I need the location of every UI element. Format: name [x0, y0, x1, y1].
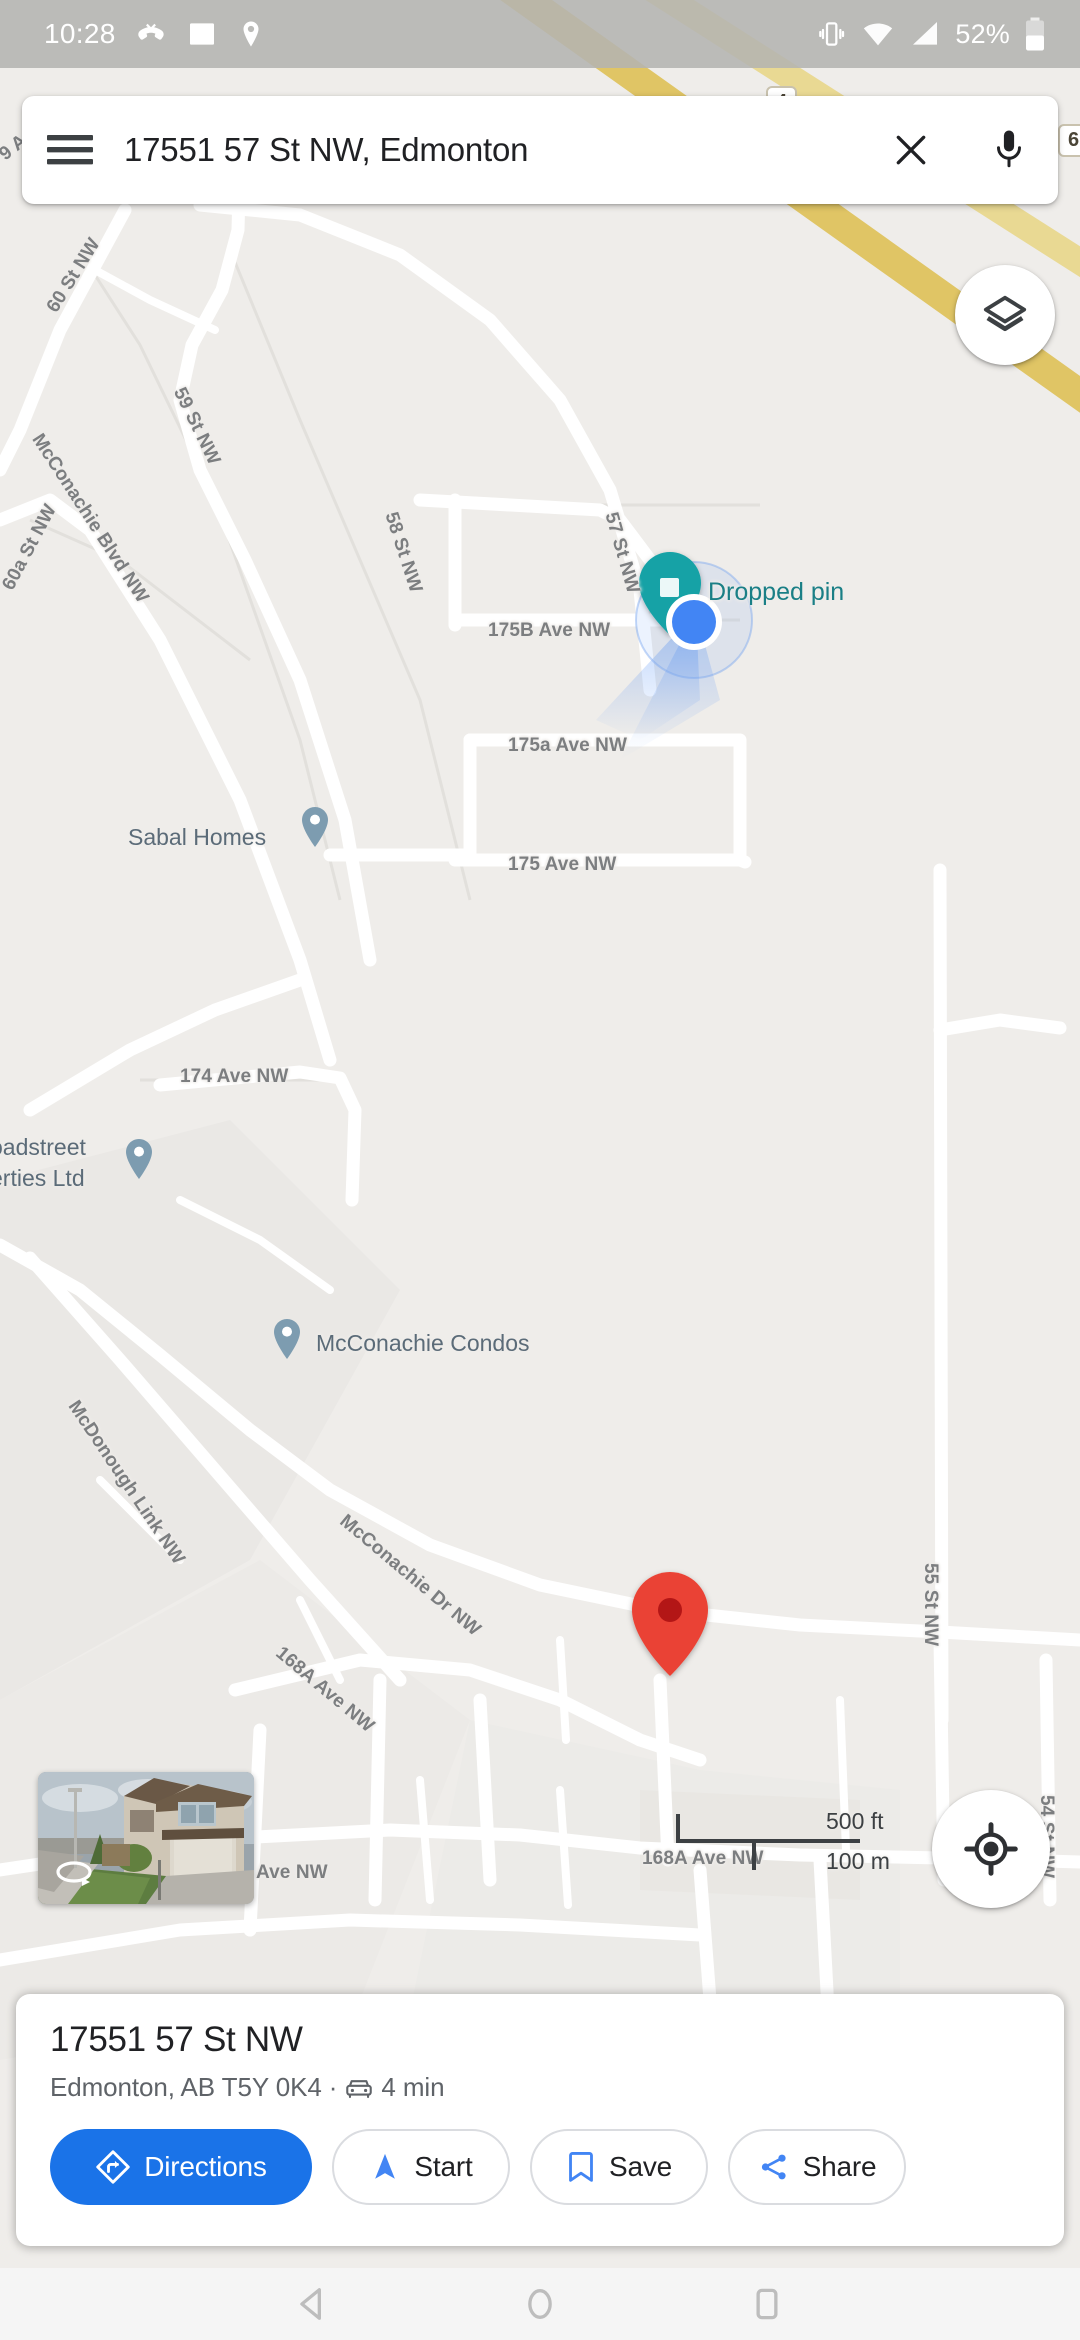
poi-label-line1: oadstreet — [0, 1134, 86, 1160]
map-vector-layer — [0, 0, 1080, 2207]
poi-label[interactable]: McConachie Condos — [316, 1330, 530, 1357]
save-label: Save — [608, 2151, 673, 2182]
voice-search-button[interactable] — [960, 96, 1058, 204]
map-scale-bar: 500 ft 100 m — [676, 1808, 890, 1874]
poi-label-line2: erties Ltd — [0, 1165, 85, 1191]
road-label: 175a Ave NW — [508, 735, 628, 756]
scale-imperial-label: 500 ft — [826, 1808, 884, 1834]
image-icon — [189, 23, 214, 45]
car-icon — [346, 2079, 373, 2098]
navigation-arrow-icon — [375, 2153, 396, 2179]
share-button[interactable]: Share — [728, 2129, 906, 2205]
bookmark-icon — [569, 2151, 593, 2182]
status-bar-left: 10:28 — [44, 17, 266, 51]
back-triangle-icon — [300, 2288, 322, 2320]
scale-line: 500 ft 100 m — [676, 1808, 890, 1874]
directions-button[interactable]: Directions — [50, 2129, 312, 2205]
missed-call-icon — [137, 23, 164, 40]
scale-horizontal-line — [676, 1839, 860, 1843]
vibrate-icon — [819, 22, 845, 46]
my-location-button[interactable] — [932, 1790, 1050, 1908]
road-label: 175B Ave NW — [488, 620, 611, 641]
search-input[interactable]: 17551 57 St NW, Edmonton — [124, 131, 862, 169]
start-label: Start — [414, 2151, 473, 2182]
status-bar: 10:28 52% — [0, 0, 1080, 68]
poi-pin-icon[interactable] — [300, 806, 330, 848]
share-icon — [761, 2154, 786, 2180]
share-label: Share — [802, 2151, 877, 2182]
action-button-row: Directions Start Save Share — [50, 2129, 1030, 2205]
layers-icon — [983, 295, 1027, 332]
cellular-signal-icon — [913, 22, 938, 45]
poi-label[interactable]: Sabal Homes — [128, 824, 266, 851]
status-bar-right: 52% — [815, 16, 1046, 52]
recents-button[interactable] — [727, 2268, 807, 2340]
drive-time: 4 min — [381, 2072, 445, 2102]
back-button[interactable] — [273, 2268, 353, 2340]
place-info-card: 17551 57 St NW Edmonton, AB T5Y 0K4 · 4 … — [16, 1994, 1064, 2246]
dropped-pin-label: Dropped pin — [708, 578, 845, 606]
hamburger-menu-icon — [47, 135, 93, 165]
microphone-icon — [997, 130, 1021, 168]
scale-tick-left — [676, 1814, 680, 1843]
scale-metric-label: 100 m — [826, 1848, 890, 1874]
place-address: Edmonton, AB T5Y 0K4 · — [50, 2072, 338, 2102]
place-subtitle: Edmonton, AB T5Y 0K4 · 4 min — [50, 2072, 1030, 2103]
hamburger-menu-button[interactable] — [22, 96, 118, 204]
google-maps-screen: 60 St NW 60a St NW McConachie Blvd NW 59 St… — [0, 0, 1080, 2340]
battery-percent-label: 52% — [955, 18, 1010, 49]
location-pin-icon — [243, 21, 259, 47]
recents-square-icon — [756, 2288, 778, 2320]
poi-pin-icon[interactable] — [272, 1318, 302, 1360]
android-navigation-bar — [0, 2268, 1080, 2340]
clear-search-button[interactable] — [862, 96, 960, 204]
place-title: 17551 57 St NW — [50, 2020, 303, 2059]
close-icon — [896, 135, 926, 165]
directions-icon — [96, 2150, 130, 2184]
status-clock: 10:28 — [44, 18, 116, 49]
search-bar[interactable]: 17551 57 St NW, Edmonton — [22, 96, 1058, 204]
poi-label[interactable]: oadstreet erties Ltd — [0, 1134, 86, 1192]
road-label: Ave NW — [256, 1862, 328, 1883]
home-button[interactable] — [500, 2268, 580, 2340]
home-circle-icon — [528, 2289, 552, 2319]
battery-icon — [1026, 17, 1044, 51]
road-label: 55 St NW — [920, 1563, 941, 1647]
rotate-360-icon — [56, 1861, 92, 1886]
scale-tick-right — [752, 1841, 756, 1870]
map-layers-button[interactable] — [955, 265, 1055, 365]
my-location-icon — [964, 1822, 1018, 1876]
destination-pin — [632, 1572, 708, 1676]
start-button[interactable]: Start — [332, 2129, 510, 2205]
directions-label: Directions — [144, 2151, 267, 2182]
poi-pin-icon[interactable] — [124, 1138, 154, 1180]
road-label: 174 Ave NW — [180, 1066, 289, 1087]
street-view-thumbnail[interactable] — [38, 1772, 254, 1904]
road-label: 175 Ave NW — [508, 854, 617, 875]
save-button[interactable]: Save — [530, 2129, 708, 2205]
highway-shield: 6 — [1058, 124, 1080, 157]
map-canvas[interactable]: 60 St NW 60a St NW McConachie Blvd NW 59 St… — [0, 0, 1080, 2268]
wifi-icon — [864, 23, 893, 46]
